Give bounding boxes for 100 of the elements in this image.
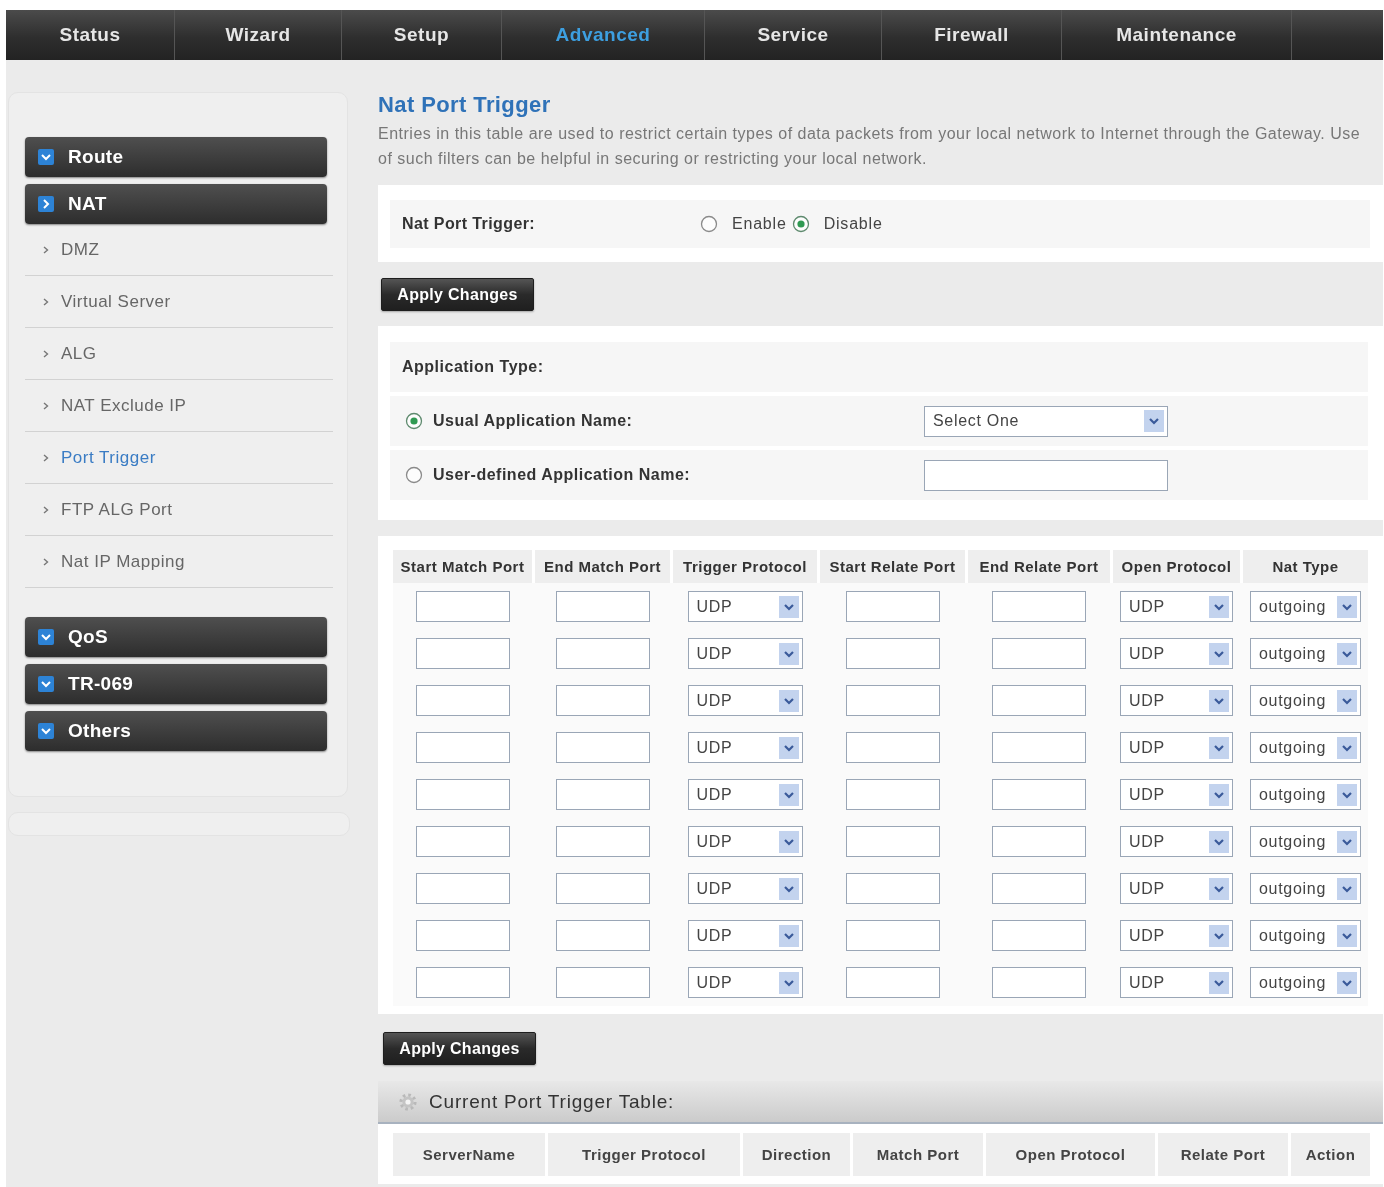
select-field[interactable]: outgoing <box>1250 779 1361 810</box>
port-input-field[interactable] <box>845 873 940 904</box>
port-input-field[interactable] <box>555 685 650 716</box>
port-input-field[interactable] <box>845 732 940 763</box>
chevron-down-icon <box>778 642 799 665</box>
radio-label[interactable]: Enable <box>732 215 787 233</box>
port-input-field[interactable] <box>845 638 940 669</box>
port-input-field[interactable] <box>992 920 1086 951</box>
select-field[interactable]: outgoing <box>1250 826 1361 857</box>
menu-group-button[interactable]: TR-069 <box>25 664 327 704</box>
radio-label[interactable]: Disable <box>823 215 883 233</box>
port-input-field[interactable] <box>555 591 650 622</box>
sidebar-item[interactable]: NAT Exclude IP <box>25 380 333 432</box>
port-input-field[interactable] <box>992 967 1086 998</box>
port-input-field[interactable] <box>845 920 940 951</box>
port-input-field[interactable] <box>992 873 1086 904</box>
sidebar-item[interactable]: Virtual Server <box>25 276 333 328</box>
port-input-field[interactable] <box>415 732 510 763</box>
select-field[interactable]: outgoing <box>1250 638 1361 669</box>
select-field[interactable]: outgoing <box>1250 591 1361 622</box>
select-field[interactable]: UDP <box>687 826 803 857</box>
select-field[interactable]: Select One <box>924 405 1168 437</box>
radio-button[interactable] <box>405 412 423 430</box>
port-input-field[interactable] <box>555 638 650 669</box>
select-field[interactable]: UDP <box>1120 873 1233 904</box>
chevron-down-icon <box>778 971 799 994</box>
port-input-field[interactable] <box>992 591 1086 622</box>
select-field[interactable]: outgoing <box>1250 967 1361 998</box>
radio-button[interactable] <box>405 466 423 484</box>
sidebar-item[interactable]: DMZ <box>25 224 333 276</box>
port-input-field[interactable] <box>992 779 1086 810</box>
port-input-field[interactable] <box>415 779 510 810</box>
chevron-down-icon <box>1337 736 1357 759</box>
port-input-field[interactable] <box>415 638 510 669</box>
port-input-field[interactable] <box>555 873 650 904</box>
select-field[interactable]: UDP <box>1120 826 1233 857</box>
select-field[interactable]: UDP <box>1120 779 1233 810</box>
select-field[interactable]: UDP <box>687 967 803 998</box>
port-input-field[interactable] <box>415 591 510 622</box>
select-field[interactable]: UDP <box>1120 732 1233 763</box>
port-input-field[interactable] <box>845 779 940 810</box>
port-input-field[interactable] <box>555 732 650 763</box>
select-field[interactable]: outgoing <box>1250 685 1361 716</box>
port-input-field[interactable] <box>415 685 510 716</box>
port-input-field[interactable] <box>555 826 650 857</box>
port-input-field[interactable] <box>555 920 650 951</box>
select-field[interactable]: UDP <box>1120 967 1233 998</box>
port-input-field[interactable] <box>415 826 510 857</box>
port-input-field[interactable] <box>555 967 650 998</box>
sidebar-item[interactable]: FTP ALG Port <box>25 484 333 536</box>
port-input-field[interactable] <box>992 732 1086 763</box>
select-field[interactable]: UDP <box>687 685 803 716</box>
apply-changes-button[interactable]: Apply Changes <box>381 278 534 311</box>
port-input-field[interactable] <box>845 685 940 716</box>
select-field[interactable]: UDP <box>1120 920 1233 951</box>
select-field[interactable]: outgoing <box>1250 873 1361 904</box>
sidebar-item[interactable]: Port Trigger <box>25 432 333 484</box>
port-input-field[interactable] <box>415 920 510 951</box>
select-field[interactable]: UDP <box>687 591 803 622</box>
chevron-right-icon <box>43 297 49 306</box>
select-field[interactable]: UDP <box>1120 685 1233 716</box>
radio-button[interactable] <box>791 215 810 233</box>
select-field[interactable]: UDP <box>1120 638 1233 669</box>
sidebar-item[interactable]: ALG <box>25 328 333 380</box>
port-input-field[interactable] <box>992 826 1086 857</box>
port-input-field[interactable] <box>415 873 510 904</box>
menu-group-button[interactable]: Route <box>25 137 327 177</box>
section-label: Application Type: <box>402 358 544 376</box>
port-input-field[interactable] <box>992 685 1086 716</box>
select-field[interactable]: UDP <box>687 920 803 951</box>
select-field[interactable]: UDP <box>687 873 803 904</box>
port-input-field[interactable] <box>555 779 650 810</box>
select-field[interactable]: UDP <box>1120 591 1233 622</box>
sidebar-item[interactable]: Nat IP Mapping <box>25 536 333 588</box>
select-field[interactable]: outgoing <box>1250 920 1361 951</box>
menu-group-button[interactable]: Others <box>25 711 327 751</box>
input-field[interactable] <box>924 459 1168 491</box>
select-field[interactable]: UDP <box>687 638 803 669</box>
select-field[interactable]: outgoing <box>1250 732 1361 763</box>
chevron-down-icon <box>1209 642 1229 665</box>
port-input-field[interactable] <box>845 591 940 622</box>
chevron-down-icon <box>1209 595 1229 618</box>
apply-changes-button[interactable]: Apply Changes <box>383 1032 536 1065</box>
port-input-field[interactable] <box>845 967 940 998</box>
port-input-field[interactable] <box>415 967 510 998</box>
chevron-down-icon <box>778 736 799 759</box>
select-field[interactable]: UDP <box>687 732 803 763</box>
radio-button[interactable] <box>700 215 718 233</box>
chevron-down-icon <box>778 595 799 618</box>
menu-group-button[interactable]: QoS <box>25 617 327 657</box>
column-header: Nat Type <box>1243 550 1368 583</box>
chevron-right-icon <box>43 505 49 514</box>
port-input-field[interactable] <box>845 826 940 857</box>
column-header: Open Protocol <box>986 1133 1155 1176</box>
menu-group-button[interactable]: NAT <box>25 184 327 224</box>
chevron-down-icon <box>778 924 799 947</box>
port-input-field[interactable] <box>992 638 1086 669</box>
radio-label[interactable]: User-defined Application Name: <box>433 466 691 484</box>
select-field[interactable]: UDP <box>687 779 803 810</box>
radio-label[interactable]: Usual Application Name: <box>433 412 633 430</box>
